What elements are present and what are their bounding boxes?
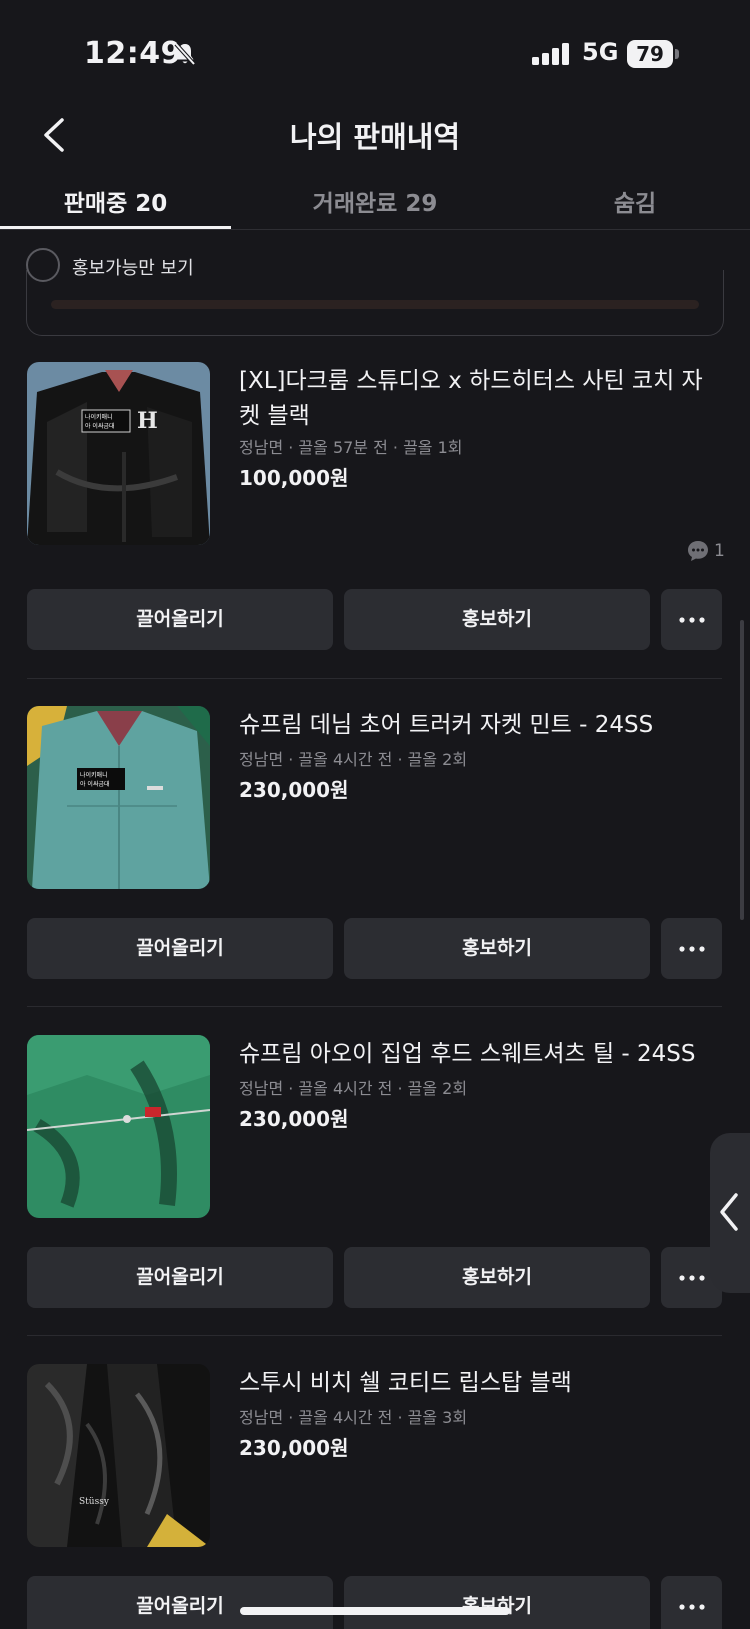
nav-bar: 나의 판매내역 [0, 100, 750, 170]
svg-text:H: H [137, 408, 158, 434]
more-button[interactable] [661, 918, 722, 979]
side-drawer-handle[interactable] [710, 1133, 750, 1293]
signal-icon [532, 43, 570, 69]
item-title[interactable]: 슈프림 데님 초어 트러커 자켓 민트 - 24SS [239, 708, 719, 743]
page-title: 나의 판매내역 [289, 120, 461, 154]
network-label: 5G [582, 38, 619, 66]
home-indicator[interactable] [240, 1607, 510, 1615]
battery-icon: 79 [627, 40, 673, 68]
item-price: 230,000원 [239, 1436, 349, 1460]
svg-text:나이키매니: 나이키매니 [85, 413, 113, 421]
more-horizontal-icon [678, 616, 705, 623]
item-meta: 정남면 · 끌올 57분 전 · 끌올 1회 [239, 438, 463, 457]
svg-text:Stüssy: Stüssy [79, 1497, 110, 1507]
bell-slash-icon [174, 42, 196, 70]
tab-bar: 판매중 20 거래완료 29 숨김 [0, 170, 750, 230]
promote-button[interactable]: 홍보하기 [344, 589, 650, 650]
bump-button[interactable]: 끌어올리기 [27, 1247, 333, 1308]
more-horizontal-icon [678, 945, 705, 952]
chat-count-number: 1 [714, 541, 725, 561]
item-meta: 정남면 · 끌올 4시간 전 · 끌올 2회 [239, 750, 468, 769]
item-meta: 정남면 · 끌올 4시간 전 · 끌올 3회 [239, 1408, 468, 1427]
tab-hidden[interactable]: 숨김 [560, 184, 710, 218]
list-item[interactable]: 슈프림 아오이 집업 후드 스웨트셔츠 틸 - 24SS 정남면 · 끌올 4시… [0, 1035, 750, 1365]
tab-completed[interactable]: 거래완료 29 [255, 184, 495, 218]
item-price: 230,000원 [239, 778, 349, 802]
promote-button[interactable]: 홍보하기 [344, 918, 650, 979]
item-title[interactable]: 슈프림 아오이 집업 후드 스웨트셔츠 틸 - 24SS [239, 1037, 719, 1072]
partial-card-bar [51, 300, 699, 309]
promote-button[interactable]: 홍보하기 [344, 1576, 650, 1629]
item-thumbnail[interactable]: Stüssy [27, 1364, 210, 1547]
list-item[interactable]: Stüssy 스투시 비치 쉘 코티드 립스탑 블랙 정남면 · 끌올 4시간 … [0, 1364, 750, 1629]
item-thumbnail[interactable]: 나이키매니 아 이싸금대 H [27, 362, 210, 545]
item-price: 230,000원 [239, 1107, 349, 1131]
tab-selected-indicator [0, 226, 231, 229]
more-button[interactable] [661, 589, 722, 650]
item-price: 100,000원 [239, 466, 349, 490]
filter-checkbox[interactable] [26, 248, 60, 282]
svg-text:나이키매니: 나이키매니 [80, 771, 108, 779]
item-thumbnail[interactable]: 나이키매니 아 이싸금대 [27, 706, 210, 889]
item-divider [27, 1335, 722, 1336]
status-time: 12:49 [84, 36, 182, 71]
svg-text:아 이싸금대: 아 이싸금대 [80, 780, 110, 788]
promote-button[interactable]: 홍보하기 [344, 1247, 650, 1308]
more-horizontal-icon [678, 1603, 705, 1610]
tab-selling[interactable]: 판매중 20 [0, 184, 231, 218]
item-divider [27, 1006, 722, 1007]
list-item[interactable]: 나이키매니 아 이싸금대 슈프림 데님 초어 트러커 자켓 민트 - 24SS … [0, 706, 750, 1036]
svg-text:아 이싸금대: 아 이싸금대 [85, 422, 115, 430]
battery-cap [675, 49, 679, 59]
more-horizontal-icon [678, 1274, 705, 1281]
item-meta: 정남면 · 끌올 4시간 전 · 끌올 2회 [239, 1079, 468, 1098]
item-title[interactable]: [XL]다크룸 스튜디오 x 하드히터스 사틴 코치 자켓 블랙 [239, 364, 719, 434]
more-button[interactable] [661, 1576, 722, 1629]
bump-button[interactable]: 끌어올리기 [27, 1576, 333, 1629]
scroll-indicator[interactable] [740, 620, 744, 920]
item-divider [27, 678, 722, 679]
item-thumbnail[interactable] [27, 1035, 210, 1218]
list-item[interactable]: 나이키매니 아 이싸금대 H [XL]다크룸 스튜디오 x 하드히터스 사틴 코… [0, 362, 750, 692]
chat-bubble-icon [688, 541, 708, 561]
bump-button[interactable]: 끌어올리기 [27, 589, 333, 650]
chevron-left-icon [720, 1193, 738, 1231]
status-bar: 12:49 5G 79 [0, 0, 750, 100]
item-title[interactable]: 스투시 비치 쉘 코티드 립스탑 블랙 [239, 1366, 719, 1401]
filter-label: 홍보가능만 보기 [72, 258, 194, 279]
bump-button[interactable]: 끌어올리기 [27, 918, 333, 979]
